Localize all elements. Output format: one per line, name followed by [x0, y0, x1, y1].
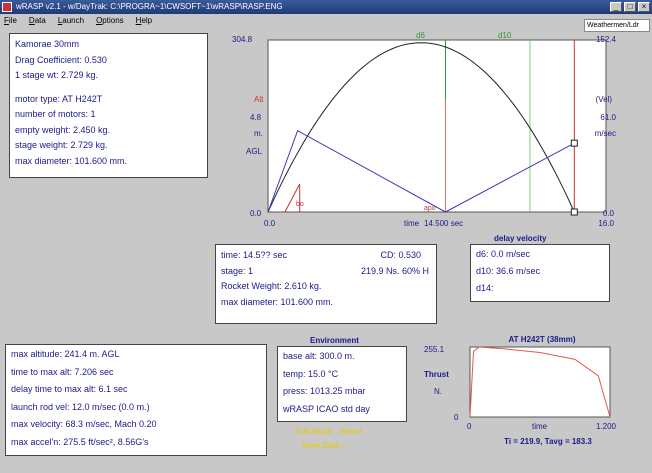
rocket-name: Kamorae 30mm	[15, 39, 80, 49]
max-diameter: max diameter: 101.600 mm.	[15, 155, 128, 166]
launch-rod-velocity: launch rod vel: 12.0 m/sec (0.0 m.)	[11, 401, 150, 412]
menu-options[interactable]: Options	[96, 14, 124, 27]
apo-label: apo	[424, 205, 436, 212]
thrust-title: AT H242T (38mm)	[509, 335, 576, 344]
y-mid-right-label: 61.0	[600, 113, 616, 122]
y-mid-left-label: 4.8	[250, 113, 262, 122]
thrust-x-max: 1.200	[596, 422, 617, 431]
flight-stage: stage: 1	[221, 265, 254, 276]
results-panel: max altitude: 241.4 m. AGL time to max a…	[5, 344, 267, 456]
menu-bar: File Data Launch Options Help	[0, 14, 652, 27]
thrust-y-zero: 0	[454, 413, 459, 422]
flight-plot: 304.8 152.4 Alt 4.8 m. AGL (Vel) 61.0 m/…	[228, 31, 620, 232]
d6-label: d6	[416, 32, 425, 40]
title-bar: wRASP v2.1 - w/DayTrak: C:\PROGRA~1\CWSO…	[0, 0, 652, 14]
d10-label: d10	[498, 32, 512, 40]
alt-label: Alt	[254, 95, 264, 104]
delay-velocity-panel: d6: 0.0 m/sec d10: 36.6 m/sec d14:	[470, 244, 610, 302]
x-zero-label: 0.0	[264, 219, 276, 228]
time-label: time	[404, 219, 420, 228]
max-velocity: max velocity: 68.3 m/sec, Mach 0.20	[11, 419, 157, 429]
environment-panel: base alt: 300.0 m. temp: 15.0 °C press: …	[277, 346, 407, 422]
flight-time: time: 14.5?? sec	[221, 250, 288, 260]
max-acceleration: max accel'n: 275.5 ft/sec², 8.56G's	[11, 436, 149, 447]
y-top-left-label: 304.8	[232, 35, 253, 44]
environment-title: Environment	[310, 336, 359, 345]
x-max-label: 16.0	[598, 219, 614, 228]
y-zero-left-label: 0.0	[250, 209, 262, 218]
thrust-plot-svg: AT H242T (38mm) 255.1 Thrust N. 0 0 time…	[424, 335, 617, 446]
bo-label: bo	[296, 201, 304, 208]
app-icon	[2, 2, 12, 12]
agl-label: AGL	[246, 147, 263, 156]
rocket-panel: Kamorae 30mm Drag Coefficient: 0.530 1 s…	[9, 33, 208, 178]
menu-help[interactable]: Help	[136, 14, 152, 27]
window-title: wRASP v2.1 - w/DayTrak: C:\PROGRA~1\CWSO…	[16, 2, 283, 11]
empty-weight: empty weight: 2.450 kg.	[15, 124, 111, 135]
vel-label: (Vel)	[596, 95, 613, 104]
landing-end-marker	[570, 208, 578, 216]
more-data-link[interactable]: More Data >	[302, 441, 346, 450]
flight-max-diameter: max diameter: 101.600 mm.	[221, 296, 334, 307]
menu-data[interactable]: Data	[29, 14, 46, 27]
delay-time-to-max-alt: delay time to max alt: 6.1 sec	[11, 384, 128, 394]
motor-type: motor type: AT H242T	[15, 93, 103, 104]
y-zero-right-label: 0.0	[603, 209, 615, 218]
stage-weight: stage weight: 2.729 kg.	[15, 140, 108, 150]
flight-impulse: 219.9 Ns. 60% H	[360, 265, 429, 276]
minimize-button[interactable]: _	[610, 2, 622, 12]
thrust-x-zero: 0	[467, 422, 472, 431]
thrust-y-unit: N.	[434, 387, 442, 396]
delay-d10: d10: 36.6 m/sec	[476, 266, 541, 276]
pressure: press: 1013.25 mbar	[283, 386, 366, 396]
thrust-x-label: time	[532, 422, 548, 431]
max-altitude: max altitude: 241.4 m. AGL	[11, 349, 120, 359]
thrust-plot: AT H242T (38mm) 255.1 Thrust N. 0 0 time…	[420, 332, 645, 456]
time-to-max-alt: time to max alt: 7.206 sec	[11, 366, 114, 377]
tooltip: Weathermen/Ldr	[584, 19, 650, 32]
vel-unit: m/sec	[595, 129, 616, 138]
delay-d14: d14:	[476, 283, 494, 293]
flight-plot-svg: 304.8 152.4 Alt 4.8 m. AGL (Vel) 61.0 m/…	[232, 31, 617, 228]
rocket-weight: Rocket Weight: 2.610 kg.	[221, 281, 322, 291]
thrust-summary: Ti = 219.9, Tavg = 183.3	[504, 437, 592, 446]
thrust-y-label: Thrust	[424, 370, 449, 379]
alt-unit: m.	[254, 129, 263, 138]
menu-launch[interactable]: Launch	[58, 14, 84, 27]
number-of-motors: number of motors: 1	[15, 109, 96, 119]
drag-coefficient: Drag Coefficient: 0.530	[15, 54, 107, 65]
temperature: temp: 15.0 °C	[283, 368, 339, 379]
stage-weight-summary: 1 stage wt: 2.729 kg.	[15, 70, 99, 80]
std-day: wRASP ICAO std day	[283, 403, 370, 414]
flight-cd: CD: 0.530	[380, 250, 421, 260]
velocity-end-marker	[570, 139, 578, 147]
edit-motor-link[interactable]: Edit Motor - Select	[296, 427, 362, 436]
y-top-right-label: 152.4	[596, 35, 617, 44]
base-altitude: base alt: 300.0 m.	[283, 351, 355, 361]
menu-file[interactable]: File	[4, 14, 17, 27]
delay-velocity-title: delay velocity	[494, 234, 547, 243]
thrust-y-max: 255.1	[424, 345, 445, 354]
maximize-button[interactable]: □	[624, 2, 636, 12]
time-value: 14.500 sec	[424, 219, 463, 228]
close-button[interactable]: ×	[638, 2, 650, 12]
flight-info-panel: time: 14.5?? sec CD: 0.530 stage: 1 219.…	[215, 244, 437, 324]
delay-d6: d6: 0.0 m/sec	[476, 249, 531, 259]
